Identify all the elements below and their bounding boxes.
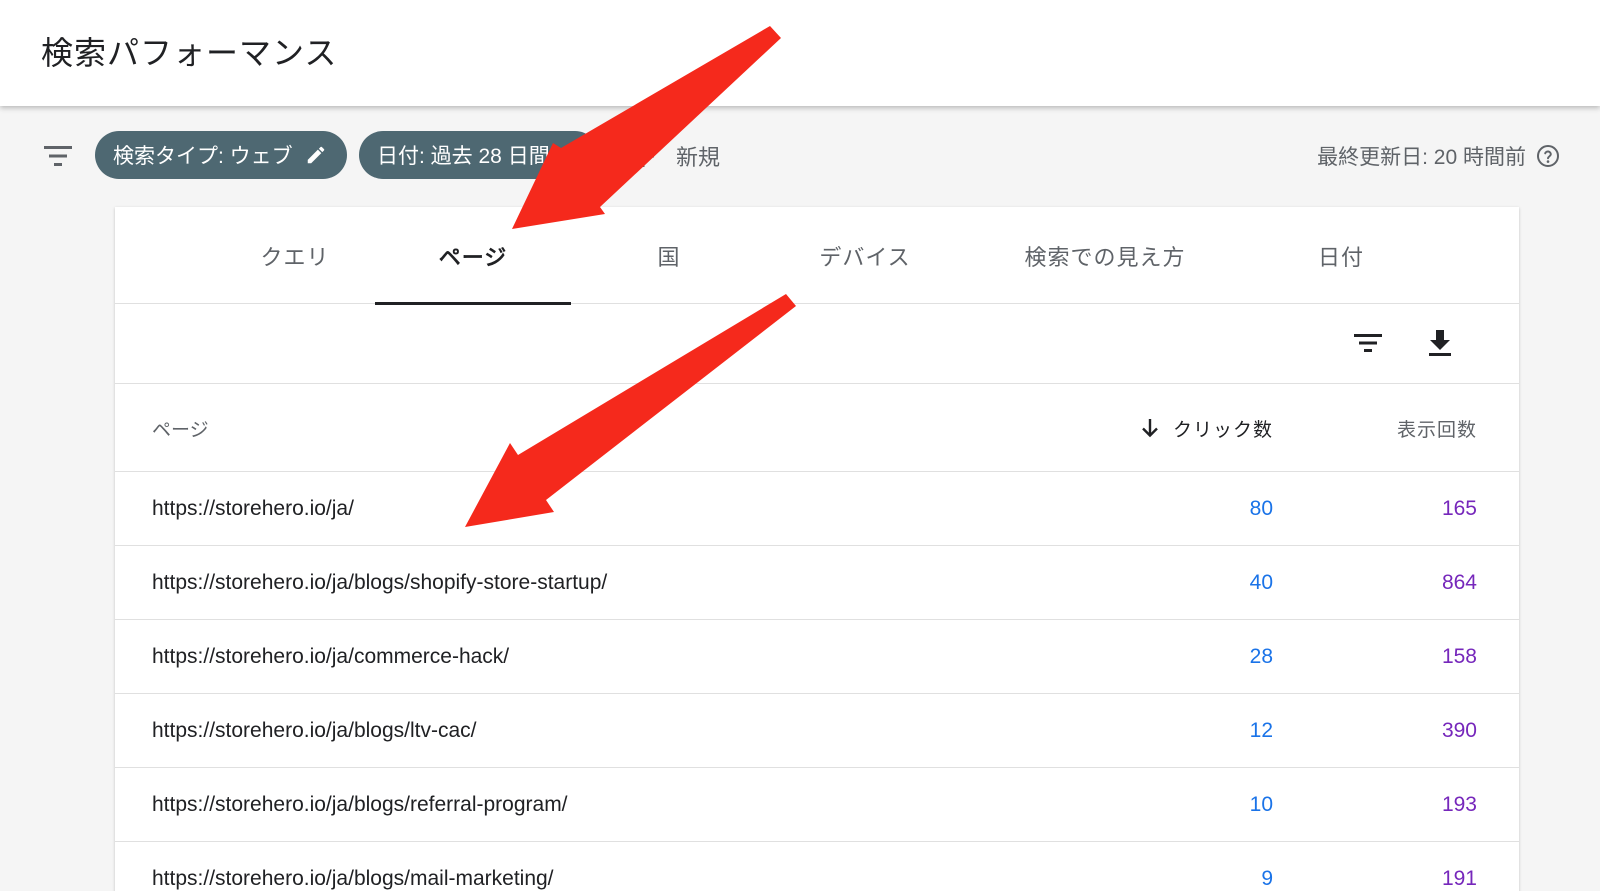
row-impressions: 193 — [1441, 793, 1477, 816]
last-updated-label: 最終更新日: 20 時間前 — [1317, 146, 1526, 169]
filter-bar: 検索タイプ: ウェブ 日付: 過去 28 日間 新規 最終更新日: 20 時間前 — [0, 106, 1600, 206]
search-type-chip[interactable]: 検索タイプ: ウェブ — [95, 131, 347, 179]
report-card: クエリ ページ 国 デバイス 検索での見え方 日付 ページ クリック数 表示回数 — [115, 207, 1519, 891]
row-clicks: 10 — [1249, 793, 1273, 816]
new-filter-label: 新規 — [676, 145, 721, 170]
download-icon[interactable] — [1423, 326, 1457, 360]
row-url: https://storehero.io/ja/blogs/shopify-st… — [152, 571, 608, 594]
row-url: https://storehero.io/ja/blogs/ltv-cac/ — [152, 719, 477, 742]
column-header-clicks-label: クリック数 — [1172, 419, 1273, 441]
tab-search-appearance[interactable]: 検索での見え方 — [977, 207, 1233, 304]
plus-icon — [632, 145, 654, 167]
table-body: https://storehero.io/ja/ 80 165 https://… — [115, 472, 1519, 891]
column-header-clicks[interactable]: クリック数 — [1139, 384, 1273, 472]
help-icon[interactable] — [1536, 144, 1560, 168]
column-header-page[interactable]: ページ — [152, 384, 209, 472]
row-clicks: 80 — [1249, 497, 1273, 520]
tab-date[interactable]: 日付 — [1243, 207, 1439, 304]
row-impressions: 864 — [1441, 571, 1477, 594]
row-impressions: 191 — [1441, 867, 1477, 890]
row-clicks: 9 — [1261, 867, 1273, 890]
table-row[interactable]: https://storehero.io/ja/commerce-hack/ 2… — [115, 620, 1519, 694]
row-impressions: 158 — [1441, 645, 1477, 668]
search-type-chip-label: 検索タイプ: ウェブ — [113, 145, 293, 168]
row-url: https://storehero.io/ja/ — [152, 497, 354, 520]
row-clicks: 28 — [1249, 645, 1273, 668]
tab-page[interactable]: ページ — [375, 207, 571, 305]
row-impressions: 165 — [1441, 497, 1477, 520]
table-row[interactable]: https://storehero.io/ja/blogs/referral-p… — [115, 768, 1519, 842]
row-clicks: 12 — [1249, 719, 1273, 742]
table-row[interactable]: https://storehero.io/ja/blogs/ltv-cac/ 1… — [115, 694, 1519, 768]
tab-query[interactable]: クエリ — [197, 207, 393, 304]
last-updated: 最終更新日: 20 時間前 — [1317, 136, 1560, 176]
filter-icon[interactable] — [42, 144, 74, 168]
row-url: https://storehero.io/ja/blogs/referral-p… — [152, 793, 568, 816]
table-filter-icon[interactable] — [1351, 326, 1385, 360]
pencil-icon[interactable] — [562, 144, 583, 166]
table-row[interactable]: https://storehero.io/ja/blogs/mail-marke… — [115, 842, 1519, 891]
date-chip-label: 日付: 過去 28 日間 — [377, 145, 550, 168]
tab-country[interactable]: 国 — [571, 207, 767, 304]
pencil-icon[interactable] — [305, 144, 327, 166]
table-row[interactable]: https://storehero.io/ja/blogs/shopify-st… — [115, 546, 1519, 620]
row-url: https://storehero.io/ja/commerce-hack/ — [152, 645, 510, 668]
row-clicks: 40 — [1249, 571, 1273, 594]
dimension-tabs: クエリ ページ 国 デバイス 検索での見え方 日付 — [115, 207, 1519, 305]
tab-device[interactable]: デバイス — [767, 207, 963, 304]
new-filter-button[interactable]: 新規 — [630, 136, 720, 176]
column-header-impressions[interactable]: 表示回数 — [1397, 384, 1477, 472]
table-toolbar — [115, 304, 1519, 384]
sort-down-arrow-icon — [1142, 419, 1158, 438]
table-header: ページ クリック数 表示回数 — [115, 384, 1519, 472]
page-header: 検索パフォーマンス — [0, 0, 1600, 106]
date-chip[interactable]: 日付: 過去 28 日間 — [359, 131, 599, 179]
row-impressions: 390 — [1441, 719, 1477, 742]
page-title: 検索パフォーマンス — [41, 35, 338, 71]
row-url: https://storehero.io/ja/blogs/mail-marke… — [152, 867, 554, 890]
table-row[interactable]: https://storehero.io/ja/ 80 165 — [115, 472, 1519, 546]
